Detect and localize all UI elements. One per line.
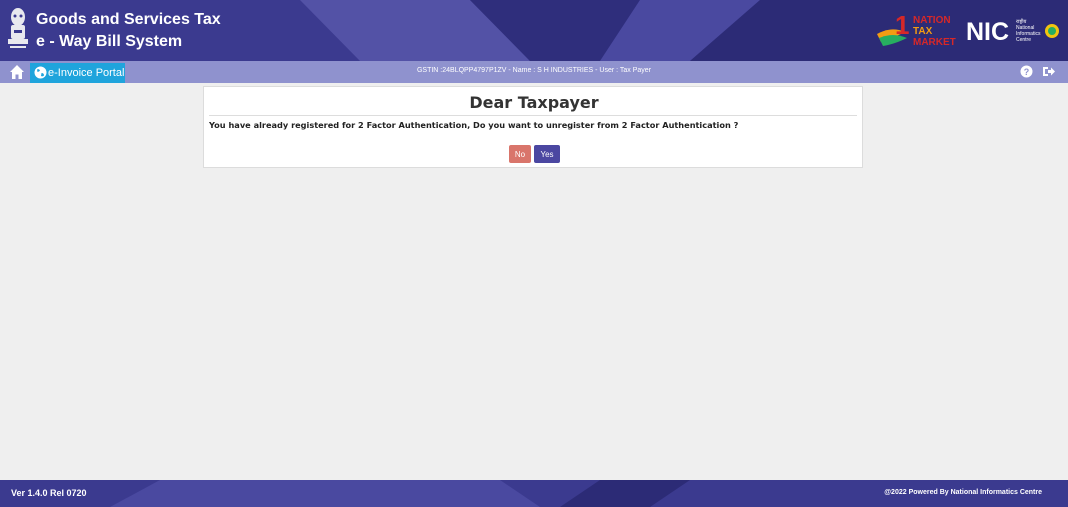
logout-icon[interactable]: [1042, 65, 1056, 78]
confirm-unregister-dialog: Dear Taxpayer You have already registere…: [203, 86, 863, 168]
nic-sub1: राष्ट्रीय: [1016, 18, 1027, 25]
no-button[interactable]: No: [509, 145, 531, 163]
version-label: Ver 1.4.0 Rel 0720: [11, 488, 87, 498]
app-title-line2: e - Way Bill System: [36, 33, 183, 50]
nic-logo: NIC राष्ट्रीय National Informatics Centr…: [966, 18, 1059, 46]
gstin-info: GSTIN :24BLQPP4797P1ZV - Name : S H INDU…: [416, 67, 652, 74]
powered-by-label: @2022 Powered By National Informatics Ce…: [884, 489, 1042, 496]
app-title-line1: Goods and Services Tax: [36, 11, 221, 28]
nav-bar: e-Invoice Portal GSTIN :24BLQPP4797P1ZV …: [0, 61, 1068, 83]
svg-text:?: ?: [1024, 67, 1030, 77]
ntm-line2: TAX: [913, 26, 933, 37]
ntm-line1: NATION: [913, 15, 951, 26]
dialog-title: Dear Taxpayer: [469, 93, 599, 112]
help-icon[interactable]: ?: [1020, 65, 1033, 78]
emblem-icon: [8, 8, 28, 48]
yes-button[interactable]: Yes: [534, 145, 560, 163]
nation-tax-market-logo: 1 NATION TAX MARKET: [877, 12, 956, 48]
nic-text: NIC: [966, 18, 1009, 46]
dialog-divider: [209, 115, 857, 116]
dialog-message: You have already registered for 2 Factor…: [209, 120, 739, 130]
svg-text:1: 1: [895, 12, 909, 40]
app-footer: Ver 1.4.0 Rel 0720 @2022 Powered By Nati…: [0, 480, 1068, 507]
app-header: Goods and Services Tax e - Way Bill Syst…: [0, 0, 1068, 61]
ntm-line3: MARKET: [913, 37, 956, 48]
nic-sub4: Centre: [1016, 37, 1031, 43]
